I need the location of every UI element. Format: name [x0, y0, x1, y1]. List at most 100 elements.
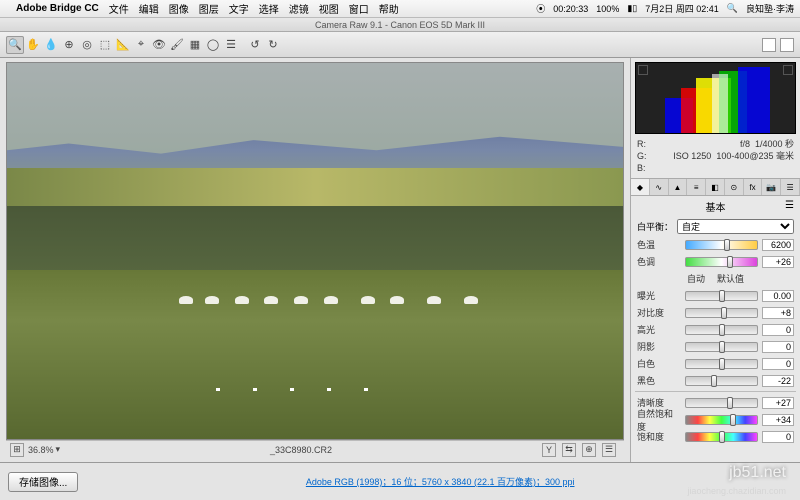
tint-slider[interactable] [685, 257, 758, 267]
rotate-cw-icon[interactable]: ↻ [264, 36, 282, 54]
mac-menubar: Adobe Bridge CC 文件 编辑 图像 图层 文字 选择 滤镜 视图 … [0, 0, 800, 18]
highlight-clip-icon[interactable] [783, 65, 793, 75]
default-button[interactable]: 默认值 [717, 274, 744, 284]
menu-layer[interactable]: 图层 [199, 1, 219, 16]
before-after-button[interactable]: Y [542, 443, 556, 457]
rotate-ccw-icon[interactable]: ↺ [246, 36, 264, 54]
user-name[interactable]: 良知塾·李涛 [746, 2, 794, 15]
wb-label: 白平衡： [637, 220, 673, 233]
shadow-clip-icon[interactable] [638, 65, 648, 75]
exposure-slider[interactable] [685, 291, 758, 301]
temp-slider[interactable] [685, 240, 758, 250]
tab-fx[interactable]: fx [744, 179, 763, 195]
radial-filter-tool[interactable]: ◯ [204, 36, 222, 54]
white-balance-tool[interactable]: 💧 [42, 36, 60, 54]
fullscreen-toggle[interactable] [780, 38, 794, 52]
tab-lens[interactable]: ⊙ [725, 179, 744, 195]
targeted-adjust-tool[interactable]: ◎ [78, 36, 96, 54]
panel-menu-icon[interactable]: ☰ [785, 200, 794, 211]
zoom-tool[interactable]: 🔍 [6, 36, 24, 54]
app-name[interactable]: Adobe Bridge CC [16, 3, 99, 14]
whites-value[interactable]: 0 [762, 358, 794, 370]
whites-slider[interactable] [685, 359, 758, 369]
preview-area: ⊞ 36.8% ▾ _33C8980.CR2 Y ⇆ ⊕ ☰ [0, 58, 630, 462]
vibrance-slider[interactable] [685, 415, 758, 425]
tab-basic[interactable]: ◆ [631, 179, 650, 195]
copy-settings-button[interactable]: ⊕ [582, 443, 596, 457]
menu-select[interactable]: 选择 [259, 1, 279, 16]
adjustments-panel: R:f/8 1/4000 秒 G:ISO 1250 100-400@235 毫米… [630, 58, 800, 462]
image-preview[interactable] [6, 62, 624, 440]
timer: 00:20:33 [553, 4, 588, 14]
spot-removal-tool[interactable]: ⌖ [132, 36, 150, 54]
tab-camera[interactable]: 📷 [762, 179, 781, 195]
auto-button[interactable]: 自动 [687, 274, 705, 284]
exposure-label: 曝光 [637, 289, 681, 302]
filmstrip-toggle[interactable]: ⊞ [10, 443, 24, 457]
spotlight-icon[interactable]: 🔍 [727, 3, 738, 14]
clarity-value[interactable]: +27 [762, 397, 794, 409]
menu-edit[interactable]: 编辑 [139, 1, 159, 16]
menu-filter[interactable]: 滤镜 [289, 1, 309, 16]
prefs-tool[interactable]: ☰ [222, 36, 240, 54]
zoom-level[interactable]: 36.8% [28, 445, 54, 455]
contrast-label: 对比度 [637, 306, 681, 319]
menu-window[interactable]: 窗口 [349, 1, 369, 16]
panel-title: 基本 ☰ [631, 196, 800, 217]
tab-presets[interactable]: ☰ [781, 179, 800, 195]
graduated-filter-tool[interactable]: ▦ [186, 36, 204, 54]
histogram[interactable] [635, 62, 796, 134]
tab-detail[interactable]: ▲ [669, 179, 688, 195]
shadows-label: 阴影 [637, 340, 681, 353]
clarity-slider[interactable] [685, 398, 758, 408]
straighten-tool[interactable]: 📐 [114, 36, 132, 54]
save-image-button[interactable]: 存储图像... [8, 472, 78, 492]
color-sampler-tool[interactable]: ⊕ [60, 36, 78, 54]
menu-view[interactable]: 视图 [319, 1, 339, 16]
saturation-value[interactable]: 0 [762, 431, 794, 443]
menu-file[interactable]: 文件 [109, 1, 129, 16]
battery-status[interactable]: 100% [596, 4, 619, 14]
tint-label: 色调 [637, 255, 681, 268]
preview-checkbox[interactable] [762, 38, 776, 52]
tab-split[interactable]: ◧ [706, 179, 725, 195]
temp-value[interactable]: 6200 [762, 239, 794, 251]
saturation-slider[interactable] [685, 432, 758, 442]
tab-hsl[interactable]: ≡ [687, 179, 706, 195]
watermark-sub: jiaocheng.chazidian.com [687, 486, 786, 496]
hand-tool[interactable]: ✋ [24, 36, 42, 54]
whites-label: 白色 [637, 357, 681, 370]
highlights-slider[interactable] [685, 325, 758, 335]
battery-icon: ▮▯ [627, 3, 637, 14]
menu-type[interactable]: 文字 [229, 1, 249, 16]
adjustment-brush-tool[interactable]: 🖌 [168, 36, 186, 54]
shadows-slider[interactable] [685, 342, 758, 352]
blacks-label: 黑色 [637, 374, 681, 387]
blacks-slider[interactable] [685, 376, 758, 386]
window-title: Camera Raw 9.1 - Canon EOS 5D Mark III [0, 18, 800, 32]
contrast-value[interactable]: +8 [762, 307, 794, 319]
contrast-slider[interactable] [685, 308, 758, 318]
vibrance-value[interactable]: +34 [762, 414, 794, 426]
exposure-value[interactable]: 0.00 [762, 290, 794, 302]
blacks-value[interactable]: -22 [762, 375, 794, 387]
camera-raw-toolbar: 🔍 ✋ 💧 ⊕ ◎ ⬚ 📐 ⌖ 👁 🖌 ▦ ◯ ☰ ↺ ↻ [0, 32, 800, 58]
tint-value[interactable]: +26 [762, 256, 794, 268]
clock[interactable]: 7月2日 周四 02:41 [645, 2, 719, 15]
menu-help[interactable]: 帮助 [379, 1, 399, 16]
redeye-tool[interactable]: 👁 [150, 36, 168, 54]
exif-info: R:f/8 1/4000 秒 G:ISO 1250 100-400@235 毫米… [631, 138, 800, 174]
swap-button[interactable]: ⇆ [562, 443, 576, 457]
menu-button[interactable]: ☰ [602, 443, 616, 457]
temp-label: 色温 [637, 238, 681, 251]
menu-image[interactable]: 图像 [169, 1, 189, 16]
record-icon: ⦿ [536, 2, 545, 15]
bottom-bar: 存储图像... Adobe RGB (1998)；16 位；5760 x 384… [0, 462, 800, 500]
crop-tool[interactable]: ⬚ [96, 36, 114, 54]
wb-select[interactable]: 自定 [677, 219, 794, 234]
preview-status-bar: ⊞ 36.8% ▾ _33C8980.CR2 Y ⇆ ⊕ ☰ [6, 440, 624, 458]
saturation-label: 饱和度 [637, 430, 681, 443]
highlights-value[interactable]: 0 [762, 324, 794, 336]
tab-curve[interactable]: ∿ [650, 179, 669, 195]
shadows-value[interactable]: 0 [762, 341, 794, 353]
